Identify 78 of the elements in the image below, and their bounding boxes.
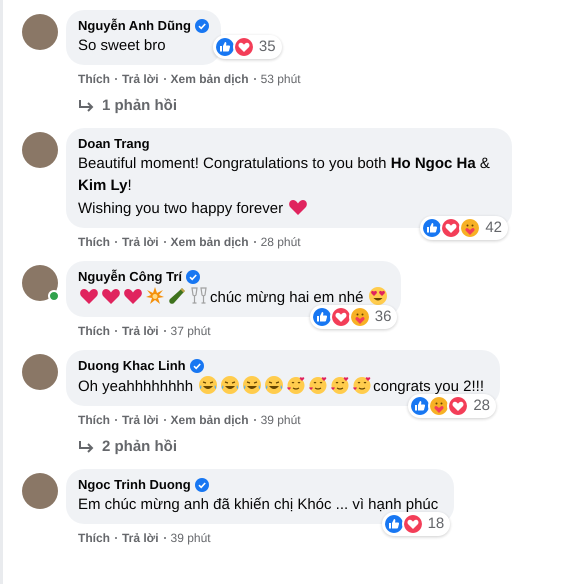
thumbs-up-icon — [310, 306, 333, 328]
reaction-summary[interactable]: 35 — [212, 34, 282, 59]
comment-text: Beautiful moment! Congratulations to you both Ho Ngoc Ha & Kim Ly! — [78, 155, 490, 194]
reply-arrow-icon — [78, 440, 94, 454]
reaction-summary[interactable]: 18 — [382, 512, 450, 536]
reaction-summary[interactable]: 36 — [310, 304, 398, 329]
reply-arrow-icon — [78, 99, 94, 113]
comment-time[interactable]: 53 phút — [260, 70, 301, 88]
burst-emoji-icon — [145, 286, 165, 306]
avatar[interactable] — [22, 132, 58, 168]
comment-action-link[interactable]: Trả lời — [122, 70, 159, 88]
comment-action-link[interactable]: Thích — [78, 322, 110, 340]
bottle-emoji-icon — [167, 286, 187, 306]
reaction-count: 36 — [374, 306, 392, 326]
comment-text: congrats you 2!!! — [373, 378, 484, 395]
comment-action-link[interactable]: Thích — [78, 529, 110, 547]
comment-action-link[interactable]: Xem bản dịch — [170, 233, 249, 251]
comment-time[interactable]: 28 phút — [260, 233, 301, 251]
heart-emoji-icon — [101, 286, 121, 306]
heart-reaction-icon — [232, 36, 255, 58]
reaction-count: 35 — [258, 36, 276, 56]
heart-reaction-icon — [447, 394, 470, 417]
comment-action-link[interactable]: Thích — [78, 411, 110, 429]
thumbs-up-icon — [421, 216, 444, 239]
comment-time[interactable]: 37 phút — [170, 322, 211, 340]
heart-reaction-icon — [440, 216, 462, 239]
author-name[interactable]: Duong Khac Linh — [78, 357, 186, 375]
hugging-face-icon — [348, 306, 371, 328]
comment-action-link[interactable]: Thích — [78, 233, 110, 251]
comment-text: Em chúc mừng anh đã khiến chị Khóc ... vì hạnh phúc — [78, 496, 438, 513]
laughing-tears-emoji-icon — [242, 375, 262, 395]
reaction-count: 18 — [428, 514, 444, 534]
smiling-hearts-emoji-icon — [286, 375, 306, 395]
avatar[interactable] — [22, 473, 58, 509]
view-replies-link[interactable]: 1 phản hồi — [78, 94, 177, 118]
reaction-summary[interactable]: 42 — [420, 216, 508, 240]
avatar[interactable] — [22, 354, 58, 390]
thumbs-up-icon — [409, 394, 432, 417]
author-name[interactable]: Nguyễn Công Trí — [78, 268, 182, 286]
reaction-count: 28 — [473, 396, 490, 416]
author-name[interactable]: Doan Trang — [78, 135, 150, 153]
heart-emoji-icon — [288, 197, 308, 217]
comment-action-link[interactable]: Trả lời — [122, 322, 159, 340]
comment-action-link[interactable]: Thích — [78, 70, 110, 88]
laughing-tears-emoji-icon — [264, 375, 284, 395]
glasses-emoji-icon — [189, 286, 209, 306]
comment-text: So sweet bro — [78, 37, 166, 54]
hugging-face-icon — [428, 394, 450, 417]
comment-action-link[interactable]: Xem bản dịch — [170, 70, 249, 88]
smiling-hearts-emoji-icon — [330, 375, 350, 395]
view-replies-link[interactable]: 2 phản hồi — [78, 436, 177, 458]
smiling-hearts-emoji-icon — [352, 375, 372, 395]
comment-text: chúc mừng hai em nhé — [210, 289, 364, 306]
reaction-count: 42 — [485, 218, 502, 238]
comment-time[interactable]: 39 phút — [260, 411, 301, 429]
heart-emoji-icon — [79, 286, 99, 306]
laughing-tears-emoji-icon — [198, 375, 218, 395]
heart-emoji-icon — [123, 286, 143, 306]
comment-text: Oh yeahhhhhhhh — [78, 378, 194, 395]
comment-text: Wishing you two happy forever — [78, 200, 284, 217]
comment-time[interactable]: 39 phút — [170, 529, 211, 547]
thumbs-up-icon — [214, 36, 236, 58]
heart-reaction-icon — [330, 306, 352, 328]
comment-action-link[interactable]: Trả lời — [122, 529, 159, 547]
heart-eyes-emoji-icon — [368, 286, 388, 306]
laughing-tears-emoji-icon — [220, 375, 240, 395]
hugging-face-icon — [459, 216, 482, 239]
avatar[interactable] — [22, 265, 58, 301]
comment-action-link[interactable]: Trả lời — [122, 233, 159, 251]
thumbs-up-icon — [382, 512, 405, 535]
author-name[interactable]: Nguyễn Anh Dũng — [78, 17, 191, 35]
author-name[interactable]: Ngoc Trinh Duong — [78, 476, 191, 494]
comment-action-link[interactable]: Trả lời — [122, 411, 159, 429]
smiling-hearts-emoji-icon — [308, 375, 328, 395]
avatar[interactable] — [22, 14, 58, 50]
heart-reaction-icon — [402, 512, 424, 535]
comment-action-link[interactable]: Xem bản dịch — [170, 411, 249, 429]
reaction-summary[interactable]: 28 — [408, 394, 496, 418]
